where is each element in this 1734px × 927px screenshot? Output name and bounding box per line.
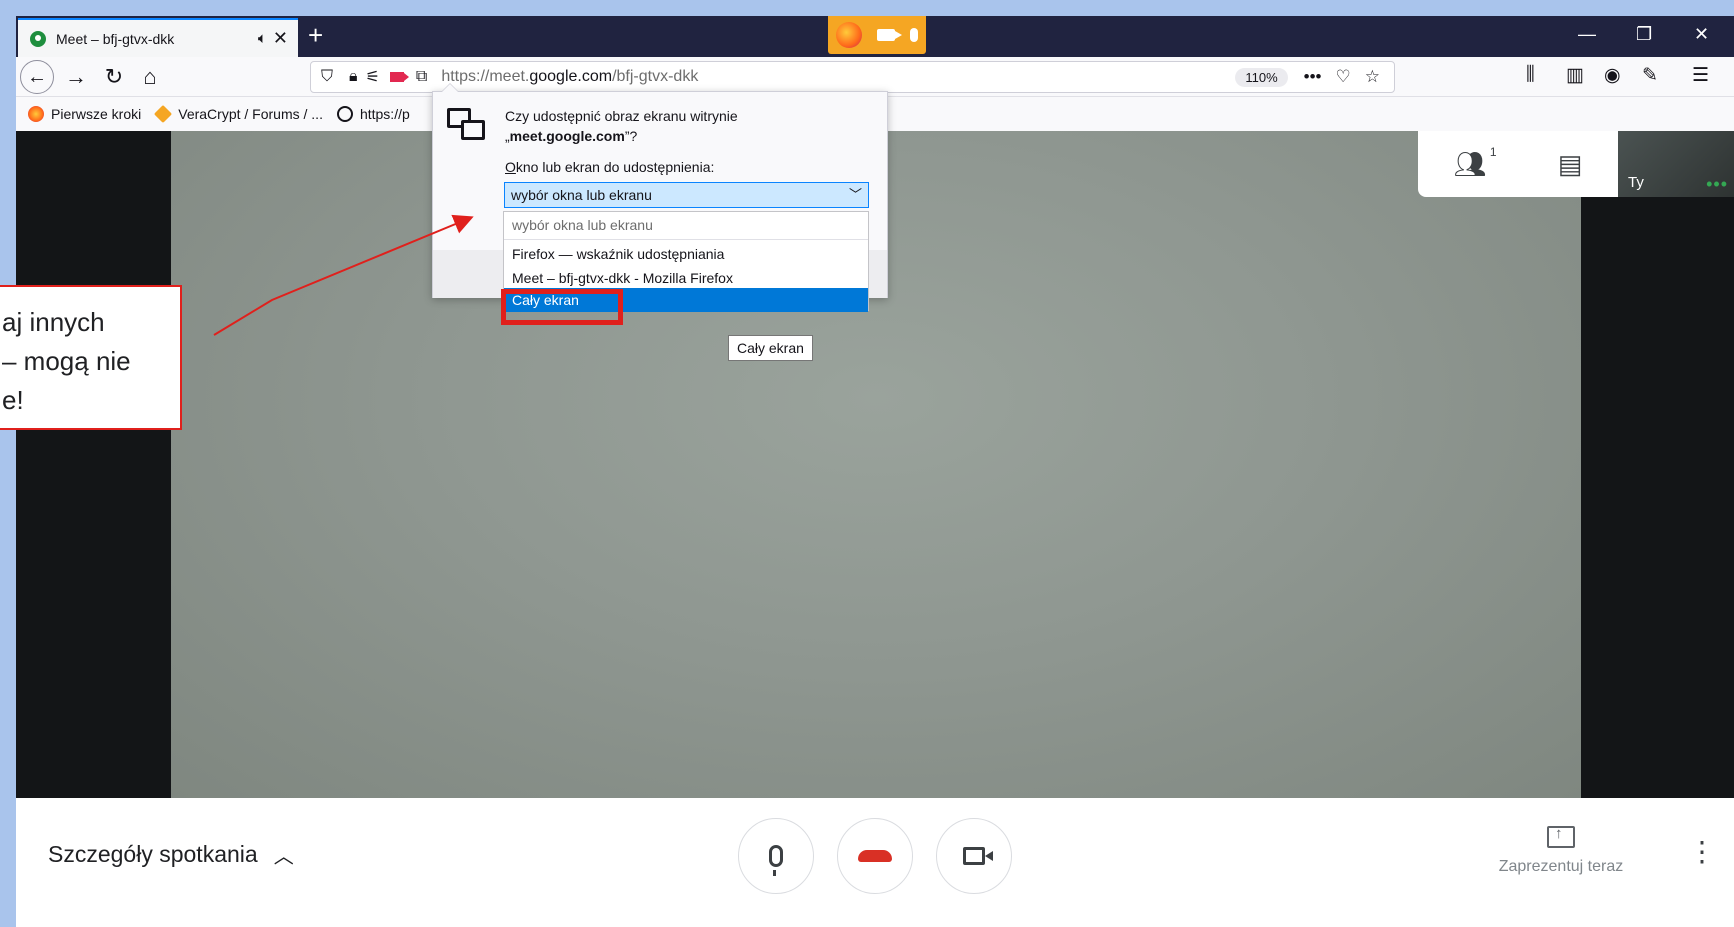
bookmark-label: https://p [359, 106, 410, 122]
callout-line: e! [2, 385, 24, 415]
label-mnemonic: O [505, 159, 516, 175]
hang-up-button[interactable] [837, 818, 913, 894]
bookmark-veracrypt[interactable]: VeraCrypt / Forums / ... [154, 104, 323, 124]
option-separator [504, 239, 868, 240]
question-text: Czy udostępnić obraz ekranu witrynie [505, 108, 738, 124]
audio-activity-icon: ••• [1706, 174, 1728, 194]
sharing-indicator[interactable] [828, 16, 926, 54]
bookmark-url[interactable]: https://p [336, 106, 410, 122]
label-rest: kno lub ekran do udostępnienia: [515, 159, 715, 175]
reload-button[interactable]: ↻ [100, 63, 128, 91]
chevron-down-icon: ﹀ [848, 187, 862, 202]
more-options-icon[interactable]: ⋮ [1688, 838, 1716, 866]
bookmark-pierwsze-kroki[interactable]: Pierwsze kroki [28, 106, 141, 122]
library-icon[interactable]: ⫼ [1526, 64, 1535, 86]
annotation-highlight-box [501, 289, 623, 325]
minimize-button[interactable]: — [1578, 24, 1596, 45]
microphone-icon [769, 845, 783, 876]
speaker-icon[interactable]: 🔈︎ [258, 30, 267, 47]
window-select-label: Okno lub ekran do udostępnienia: [505, 159, 714, 175]
bookmark-star-icon[interactable]: ☆ [1365, 67, 1380, 87]
chat-icon[interactable]: ▤ [1558, 149, 1583, 180]
dialog-question: Czy udostępnić obraz ekranu witrynie „me… [505, 106, 738, 146]
menu-icon[interactable]: ☰ [1692, 64, 1709, 87]
tab-title: Meet – bfj-gtvx-dkk [56, 30, 175, 47]
sidebar-icon[interactable]: ▥ [1566, 64, 1584, 87]
firefox-icon [835, 22, 862, 48]
firefox-icon [28, 106, 44, 122]
callout-line: – mogą nie [2, 346, 131, 376]
close-icon[interactable]: ✕ [273, 28, 288, 49]
screen-share-icon [447, 108, 487, 144]
chevron-up-icon: ︿ [273, 846, 294, 868]
url-text[interactable]: https://meet.google.com/bfj-gtvx-dkk [441, 68, 1235, 86]
url-bar[interactable]: ⛉ 🔒︎ ⚟ ⧉ https://meet.google.com/bfj-gtv… [310, 61, 1395, 93]
back-button[interactable]: ← [20, 60, 54, 94]
hang-up-icon [858, 850, 892, 862]
annotation-callout: aj innych – mogą nie e! [0, 285, 182, 430]
option-meet-window[interactable]: Meet – bfj-gtvx-dkk - Mozilla Firefox [504, 266, 868, 290]
tab-meet[interactable]: Meet – bfj-gtvx-dkk 🔈︎ ✕ [18, 18, 298, 57]
window-close-button[interactable]: ✕ [1694, 24, 1709, 45]
question-site: meet.google.com [509, 128, 625, 144]
present-now-button[interactable]: Zaprezentuj teraz [1476, 825, 1646, 876]
microphone-icon [910, 28, 919, 42]
camera-icon [963, 847, 993, 865]
self-video-thumbnail[interactable]: Ty ••• [1618, 131, 1734, 197]
window-select-dropdown[interactable]: wybór okna lub ekranu ﹀ [504, 182, 869, 208]
eyedropper-icon[interactable]: ✎ [1642, 64, 1658, 87]
meeting-details-label: Szczegóły spotkania [48, 841, 258, 867]
screen-share-icon[interactable]: ⧉ [416, 68, 427, 86]
bookmark-label: VeraCrypt / Forums / ... [178, 106, 323, 122]
permissions-icon[interactable]: ⚟ [366, 67, 380, 87]
callout-line: aj innych [2, 307, 105, 337]
self-label: Ty [1628, 174, 1644, 191]
tooltip: Cały ekran [728, 335, 813, 361]
people-count: 1 [1489, 144, 1497, 159]
people-icon[interactable]: 👥︎ 1 [1454, 145, 1497, 180]
present-label: Zaprezentuj teraz [1498, 858, 1624, 875]
pocket-icon[interactable]: ♡ [1336, 67, 1351, 87]
forward-button[interactable]: → [62, 63, 90, 91]
meeting-controls-bar: Szczegóły spotkania ︿ Zaprezentuj teraz … [16, 798, 1734, 927]
more-actions-icon[interactable]: ••• [1304, 67, 1322, 87]
quote-close: ”? [624, 128, 638, 144]
camera-button[interactable] [936, 818, 1012, 894]
shield-icon[interactable]: ⛉ [321, 68, 333, 86]
tab-strip: Meet – bfj-gtvx-dkk 🔈︎ ✕ + — ❐ ✕ [16, 16, 1734, 57]
side-panel-buttons: 👥︎ 1 ▤ [1418, 131, 1618, 197]
option-firefox-indicator[interactable]: Firefox — wskaźnik udostępniania [504, 242, 868, 266]
account-icon[interactable]: ◉ [1604, 64, 1621, 87]
present-screen-icon [1547, 825, 1575, 848]
veracrypt-icon [154, 104, 173, 124]
microphone-button[interactable] [738, 818, 814, 894]
select-value: wybór okna lub ekranu [511, 187, 652, 203]
lock-icon[interactable]: 🔒︎ [349, 68, 358, 86]
camera-icon [876, 29, 902, 41]
home-button[interactable]: ⌂ [136, 63, 164, 91]
restore-button[interactable]: ❐ [1636, 24, 1652, 45]
meet-favicon-icon [30, 30, 46, 47]
meeting-details-button[interactable]: Szczegóły spotkania ︿ [48, 840, 294, 869]
camera-sharing-icon[interactable] [389, 72, 409, 82]
globe-icon [336, 106, 353, 122]
option-placeholder[interactable]: wybór okna lub ekranu [504, 213, 868, 237]
bookmark-label: Pierwsze kroki [51, 106, 142, 122]
new-tab-button[interactable]: + [308, 22, 323, 48]
zoom-level[interactable]: 110% [1235, 67, 1288, 87]
